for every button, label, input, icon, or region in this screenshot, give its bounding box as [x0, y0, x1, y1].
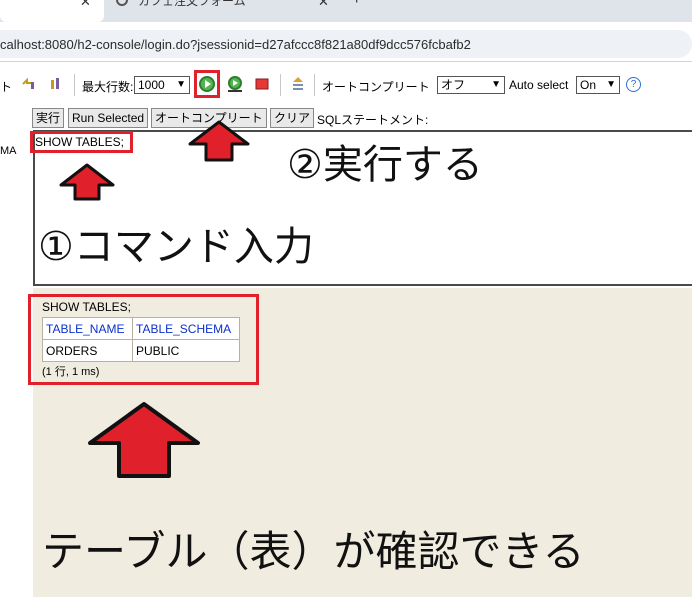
- toolbar-separator: [280, 74, 281, 96]
- chevron-down-icon: ▼: [491, 79, 501, 90]
- auto-select-label: Auto select: [509, 78, 569, 92]
- url-text[interactable]: calhost:8080/h2-console/login.do?jsessio…: [0, 37, 471, 52]
- chevron-down-icon: ▼: [176, 79, 186, 90]
- max-rows-select[interactable]: 1000 ▼: [134, 76, 190, 94]
- h2-toolbar: ト 最大行数: 1000 ▼ オートコンプリート オフ ▼ Auto select …: [0, 66, 692, 104]
- history-icon[interactable]: [290, 76, 306, 92]
- result-highlight-box: [28, 294, 259, 385]
- arrow-up-icon: [59, 163, 115, 201]
- address-bar: calhost:8080/h2-console/login.do?jsessio…: [0, 22, 692, 62]
- auto-select-select[interactable]: On ▼: [576, 76, 620, 94]
- tab-title: カフェ注文フォーム: [138, 0, 246, 8]
- annotation-step1: ①コマンド入力: [38, 224, 314, 270]
- tab-close-icon[interactable]: ✕: [318, 0, 329, 10]
- url-field[interactable]: calhost:8080/h2-console/login.do?jsessio…: [0, 30, 692, 58]
- browser-tab-strip: ✕ カフェ注文フォーム ✕ +: [0, 0, 692, 22]
- annotation-result-note: テーブル（表）が確認できる: [42, 527, 585, 576]
- auto-commit-icon[interactable]: [48, 76, 64, 92]
- stop-icon[interactable]: [254, 76, 270, 92]
- schema-tree-fragment: MA: [0, 145, 17, 157]
- max-rows-value: 1000: [138, 78, 165, 92]
- globe-icon: [116, 0, 128, 6]
- annotation-step2: ②実行する: [287, 142, 483, 188]
- refresh-icon[interactable]: [20, 76, 36, 92]
- sql-command-bar: 実行 Run Selected オートコンプリート クリア SQLステートメント…: [30, 104, 692, 130]
- help-icon[interactable]: ?: [626, 77, 641, 92]
- divider: [0, 61, 692, 62]
- run-selected-icon[interactable]: [227, 76, 243, 92]
- clear-button[interactable]: クリア: [270, 108, 315, 128]
- browser-tab-cafe-order-form[interactable]: カフェ注文フォーム ✕: [110, 0, 340, 22]
- new-tab-button[interactable]: +: [352, 0, 361, 9]
- run-text-button[interactable]: 実行: [32, 108, 65, 128]
- arrow-up-icon: [88, 402, 200, 478]
- autocomplete-label: オートコンプリート: [322, 80, 430, 94]
- run-highlight-box: [194, 70, 220, 98]
- sql-statement-label: SQLステートメント:: [317, 113, 429, 127]
- toolbar-separator: [74, 74, 75, 96]
- auto-select-value: On: [580, 78, 597, 92]
- toolbar-fragment: ト: [0, 80, 13, 94]
- run-selected-button[interactable]: Run Selected: [68, 108, 149, 128]
- autocomplete-value: オフ: [441, 78, 466, 92]
- command-highlight-box: [30, 131, 133, 153]
- tab-close-icon[interactable]: ✕: [80, 0, 91, 10]
- browser-tab-active[interactable]: ✕: [0, 0, 104, 22]
- chevron-down-icon: ▼: [606, 79, 616, 90]
- arrow-up-icon: [188, 120, 250, 162]
- max-rows-label: 最大行数:: [82, 80, 134, 94]
- schema-tree-panel: [0, 104, 30, 597]
- autocomplete-select[interactable]: オフ ▼: [437, 76, 505, 94]
- toolbar-separator: [314, 74, 315, 96]
